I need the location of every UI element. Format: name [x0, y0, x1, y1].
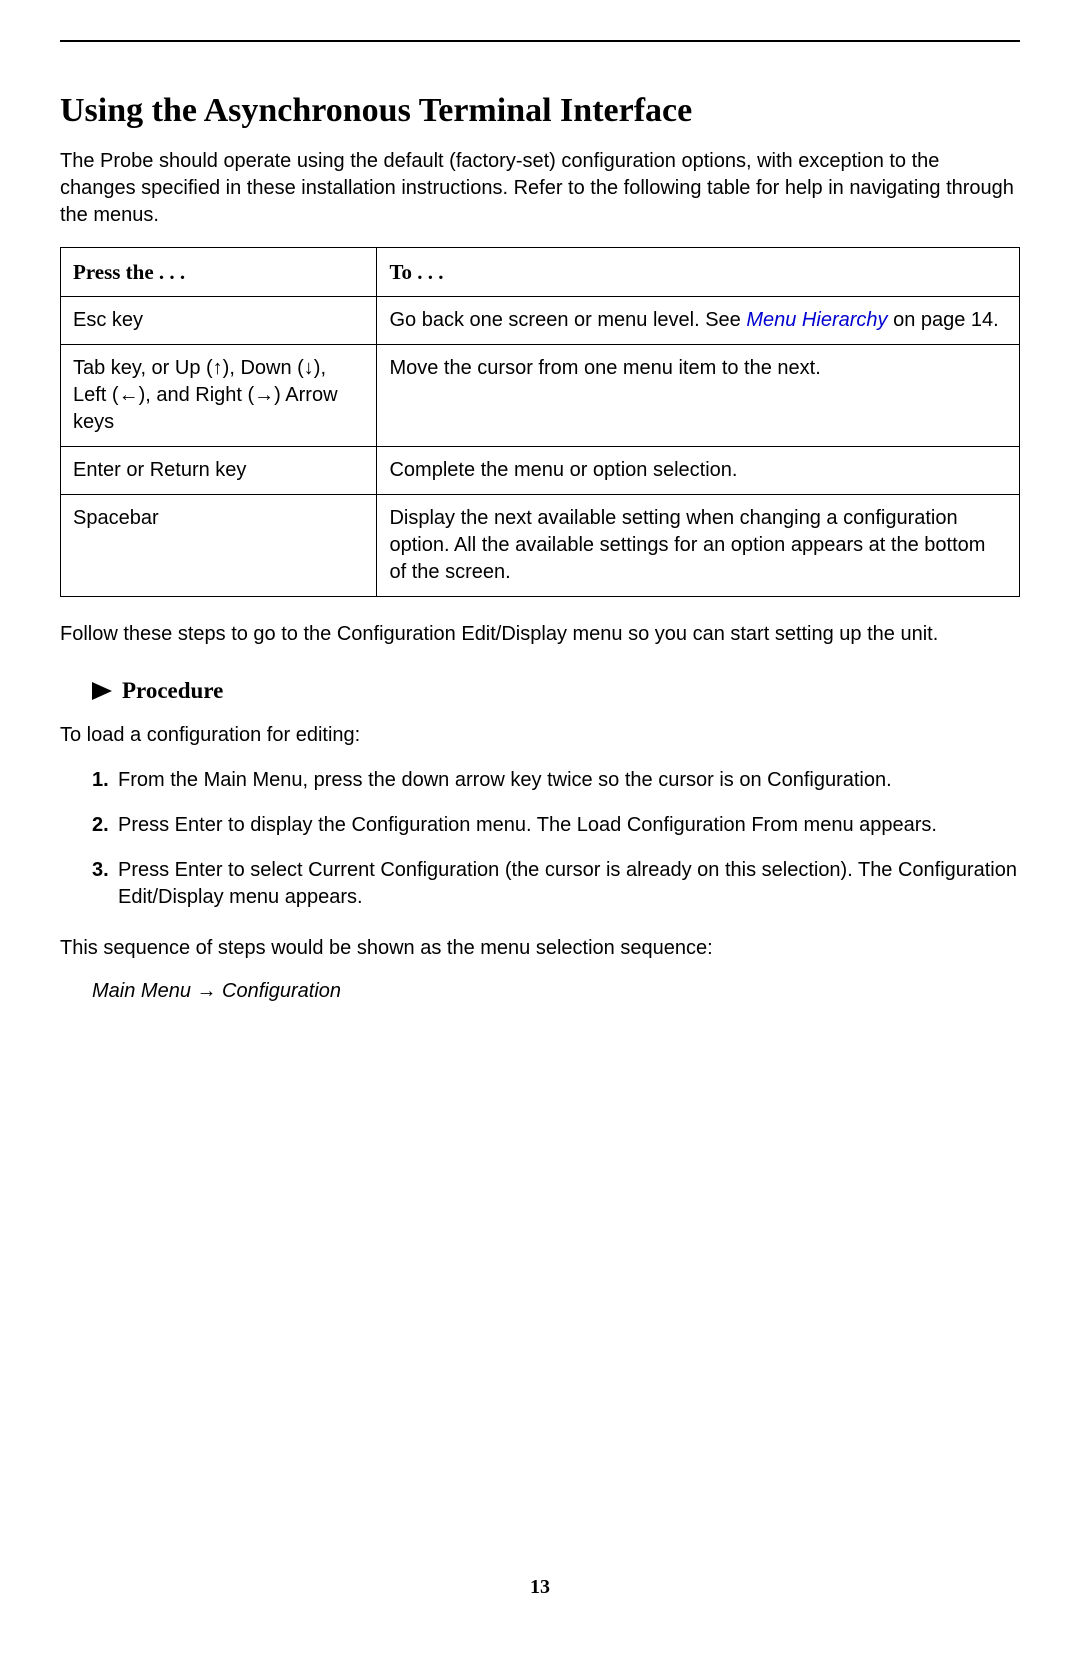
step-number: 2. — [92, 812, 118, 839]
table-row: Spacebar Display the next available sett… — [61, 495, 1020, 597]
cell-press: Tab key, or Up (↑), Down (↓), Left (←), … — [61, 345, 377, 447]
table-header-press: Press the . . . — [61, 248, 377, 297]
navigation-table: Press the . . . To . . . Esc key Go back… — [60, 247, 1020, 597]
cell-to: Complete the menu or option selection. — [377, 447, 1020, 495]
cell-to: Go back one screen or menu level. See Me… — [377, 297, 1020, 345]
cell-press: Enter or Return key — [61, 447, 377, 495]
procedure-intro: To load a configuration for editing: — [60, 722, 1020, 749]
procedure-title: Procedure — [122, 678, 223, 704]
list-item: 1. From the Main Menu, press the down ar… — [92, 767, 1020, 794]
table-row: Tab key, or Up (↑), Down (↓), Left (←), … — [61, 345, 1020, 447]
step-number: 1. — [92, 767, 118, 794]
follow-steps-text: Follow these steps to go to the Configur… — [60, 621, 1020, 648]
step-text: Press Enter to display the Configuration… — [118, 812, 1020, 839]
list-item: 2. Press Enter to display the Configurat… — [92, 812, 1020, 839]
list-item: 3. Press Enter to select Current Configu… — [92, 857, 1020, 911]
step-number: 3. — [92, 857, 118, 911]
step-text: Press Enter to select Current Configurat… — [118, 857, 1020, 911]
cell-to: Move the cursor from one menu item to th… — [377, 345, 1020, 447]
triangle-right-icon — [92, 682, 112, 700]
cell-to: Display the next available setting when … — [377, 495, 1020, 597]
step-text: From the Main Menu, press the down arrow… — [118, 767, 1020, 794]
page-number: 13 — [530, 1576, 550, 1599]
cell-press: Spacebar — [61, 495, 377, 597]
page-title: Using the Asynchronous Terminal Interfac… — [60, 92, 1020, 130]
menu-hierarchy-link[interactable]: Menu Hierarchy — [746, 309, 887, 331]
menu-path: Main Menu → Configuration — [92, 980, 1020, 1003]
table-row: Enter or Return key Complete the menu or… — [61, 447, 1020, 495]
top-rule — [60, 40, 1020, 42]
cell-press: Esc key — [61, 297, 377, 345]
procedure-list: 1. From the Main Menu, press the down ar… — [60, 767, 1020, 911]
sequence-label: This sequence of steps would be shown as… — [60, 935, 1020, 962]
table-header-to: To . . . — [377, 248, 1020, 297]
intro-paragraph: The Probe should operate using the defau… — [60, 148, 1020, 229]
procedure-header: Procedure — [92, 678, 1020, 704]
table-row: Esc key Go back one screen or menu level… — [61, 297, 1020, 345]
